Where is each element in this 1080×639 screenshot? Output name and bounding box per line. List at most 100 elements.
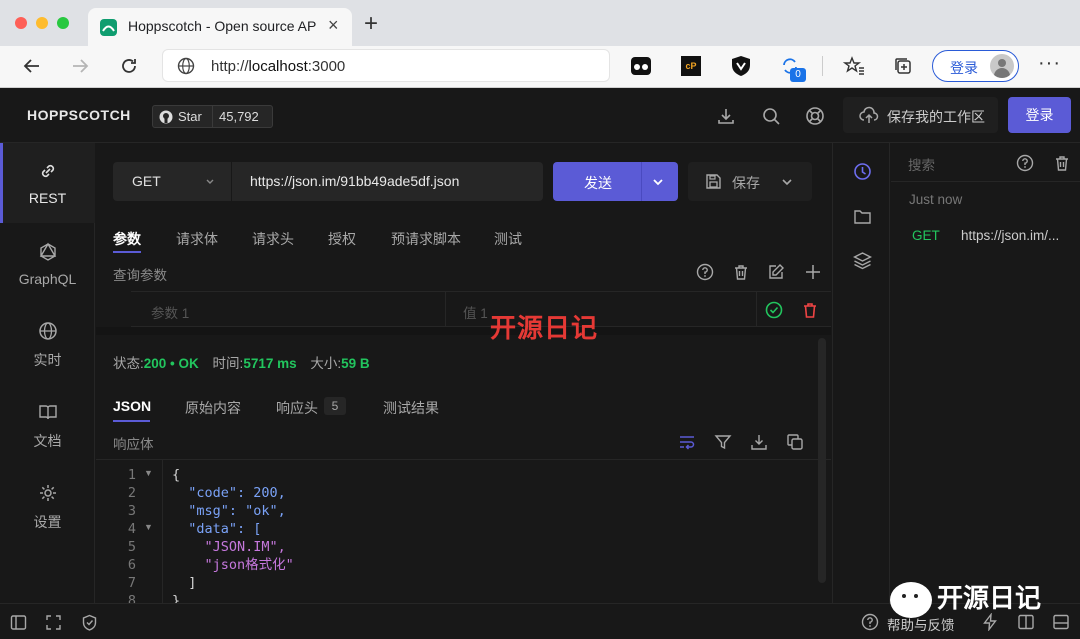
help-icon[interactable]: [696, 263, 714, 281]
wechat-logo-icon: [890, 582, 932, 618]
chevron-down-icon[interactable]: [652, 176, 664, 188]
tab-json[interactable]: JSON: [113, 398, 151, 414]
collections-icon[interactable]: [893, 56, 913, 76]
sidebar-item-label: GraphQL: [18, 270, 77, 287]
url-input[interactable]: https://json.im/91bb49ade5df.json: [232, 162, 543, 201]
fold-arrow-icon[interactable]: ▼: [144, 522, 153, 532]
tab-test-results[interactable]: 测试结果: [383, 398, 439, 418]
wrap-lines-icon[interactable]: [678, 433, 696, 451]
favorites-icon[interactable]: [843, 55, 865, 77]
save-label: 保存: [732, 175, 760, 191]
sidebar-item-docs[interactable]: 文档: [0, 386, 95, 466]
check-circle-icon[interactable]: [765, 301, 783, 319]
sidebar-item-realtime[interactable]: 实时: [0, 305, 95, 385]
save-button[interactable]: 保存: [688, 162, 812, 201]
extension-icon[interactable]: [631, 57, 651, 75]
help-icon[interactable]: [861, 613, 879, 631]
tab-params[interactable]: 参数: [113, 229, 141, 249]
app-header: HOPPSCOTCH Star 45,792 保存我的工作区 登录: [0, 89, 1080, 143]
lightning-icon[interactable]: [981, 613, 999, 631]
fullscreen-icon[interactable]: [45, 614, 62, 631]
tab-response-headers[interactable]: 响应头: [276, 398, 318, 418]
install-icon[interactable]: [716, 106, 736, 126]
trash-icon[interactable]: [732, 263, 750, 281]
browser-tab-bar: Hoppscotch - Open source AP × +: [0, 0, 1080, 46]
sidebar-toggle-icon[interactable]: [10, 614, 27, 631]
tab-body[interactable]: 请求体: [176, 229, 218, 249]
github-star-button[interactable]: Star 45,792: [152, 105, 273, 128]
filter-icon[interactable]: [714, 433, 732, 451]
address-bar[interactable]: http://localhost:3000: [162, 49, 610, 82]
tab-authorization[interactable]: 授权: [328, 229, 356, 249]
history-group-label: Just now: [909, 192, 963, 207]
fold-arrow-icon[interactable]: ▼: [144, 468, 153, 478]
param-key-input[interactable]: 参数 1: [131, 292, 446, 326]
add-icon[interactable]: [804, 263, 822, 281]
browser-tab[interactable]: Hoppscotch - Open source AP ×: [88, 8, 352, 46]
right-sidebar: [832, 143, 890, 603]
history-entry[interactable]: GET https://json.im/...: [891, 218, 1080, 252]
method-select[interactable]: GET: [113, 162, 231, 201]
maximize-window-button[interactable]: [57, 17, 69, 29]
send-label: 发送: [584, 175, 612, 191]
trash-icon[interactable]: [1053, 154, 1071, 172]
edit-icon[interactable]: [767, 263, 785, 281]
minimize-window-button[interactable]: [36, 17, 48, 29]
star-label: Star: [178, 109, 202, 124]
help-feedback-link[interactable]: 帮助与反馈: [887, 614, 955, 634]
scrollbar[interactable]: [818, 338, 826, 583]
history-search-placeholder: 搜索: [908, 158, 935, 173]
sidebar-right-icon[interactable]: [1052, 613, 1070, 631]
support-icon[interactable]: [805, 106, 825, 126]
shield-extension-icon[interactable]: [730, 55, 752, 77]
colorpicker-extension-icon[interactable]: cP: [681, 56, 701, 76]
brand-title[interactable]: HOPPSCOTCH: [27, 107, 131, 123]
search-icon[interactable]: [761, 106, 781, 126]
save-icon: [705, 173, 722, 190]
sidebar: REST GraphQL 实时 文档 设置: [0, 143, 95, 603]
more-menu-icon[interactable]: ···: [1038, 52, 1061, 75]
active-tab-indicator: [113, 420, 150, 422]
history-entry-method: GET: [912, 228, 940, 243]
history-panel: 搜索 Just now GET https://json.im/...: [891, 143, 1080, 603]
back-icon[interactable]: [22, 56, 42, 76]
headers-count-badge: 5: [324, 397, 346, 415]
reload-icon[interactable]: [119, 56, 139, 76]
new-tab-icon[interactable]: +: [364, 10, 378, 38]
browser-profile-button[interactable]: 登录: [932, 50, 1019, 82]
sidebar-item-graphql[interactable]: GraphQL: [0, 224, 95, 304]
sidebar-item-label: REST: [28, 189, 67, 206]
close-window-button[interactable]: [15, 17, 27, 29]
sidebar-item-settings[interactable]: 设置: [0, 467, 95, 547]
cloud-upload-icon: [859, 106, 879, 124]
chevron-down-icon[interactable]: [781, 176, 793, 188]
copy-icon[interactable]: [786, 433, 804, 451]
sidebar-item-rest[interactable]: REST: [0, 143, 95, 223]
wechat-watermark-text: 开源日记: [937, 583, 1042, 613]
tab-headers[interactable]: 请求头: [252, 229, 294, 249]
panel-layout-icon[interactable]: [1017, 613, 1035, 631]
status-footer: 开源日记 帮助与反馈: [0, 582, 1080, 639]
forward-icon[interactable]: [70, 56, 90, 76]
history-icon[interactable]: [853, 162, 872, 181]
hoppscotch-favicon-icon: [100, 19, 117, 36]
tab-prerequest-script[interactable]: 预请求脚本: [391, 229, 461, 249]
login-button[interactable]: 登录: [1008, 97, 1071, 133]
history-search-input[interactable]: 搜索: [891, 143, 1080, 182]
folder-icon[interactable]: [853, 207, 872, 226]
download-icon[interactable]: [750, 433, 768, 451]
help-icon[interactable]: [1016, 154, 1034, 172]
tab-raw[interactable]: 原始内容: [185, 398, 241, 418]
close-tab-icon[interactable]: ×: [328, 15, 339, 36]
shield-check-icon[interactable]: [81, 614, 98, 631]
gear-icon: [39, 484, 56, 501]
tab-tests[interactable]: 测试: [494, 229, 522, 249]
watermark-text: 开源日记: [490, 313, 599, 343]
sidebar-item-label: 设置: [33, 513, 62, 530]
send-button[interactable]: 发送: [553, 162, 678, 201]
response-body-title: 响应体: [113, 437, 154, 452]
save-workspace-button[interactable]: 保存我的工作区: [843, 97, 998, 133]
layers-icon[interactable]: [853, 251, 872, 270]
delete-param-icon[interactable]: [801, 301, 819, 319]
response-code-editor[interactable]: 1 2 3 4 5 6 7 8 ▼ ▼ { "code": 200, "msg"…: [96, 460, 814, 603]
